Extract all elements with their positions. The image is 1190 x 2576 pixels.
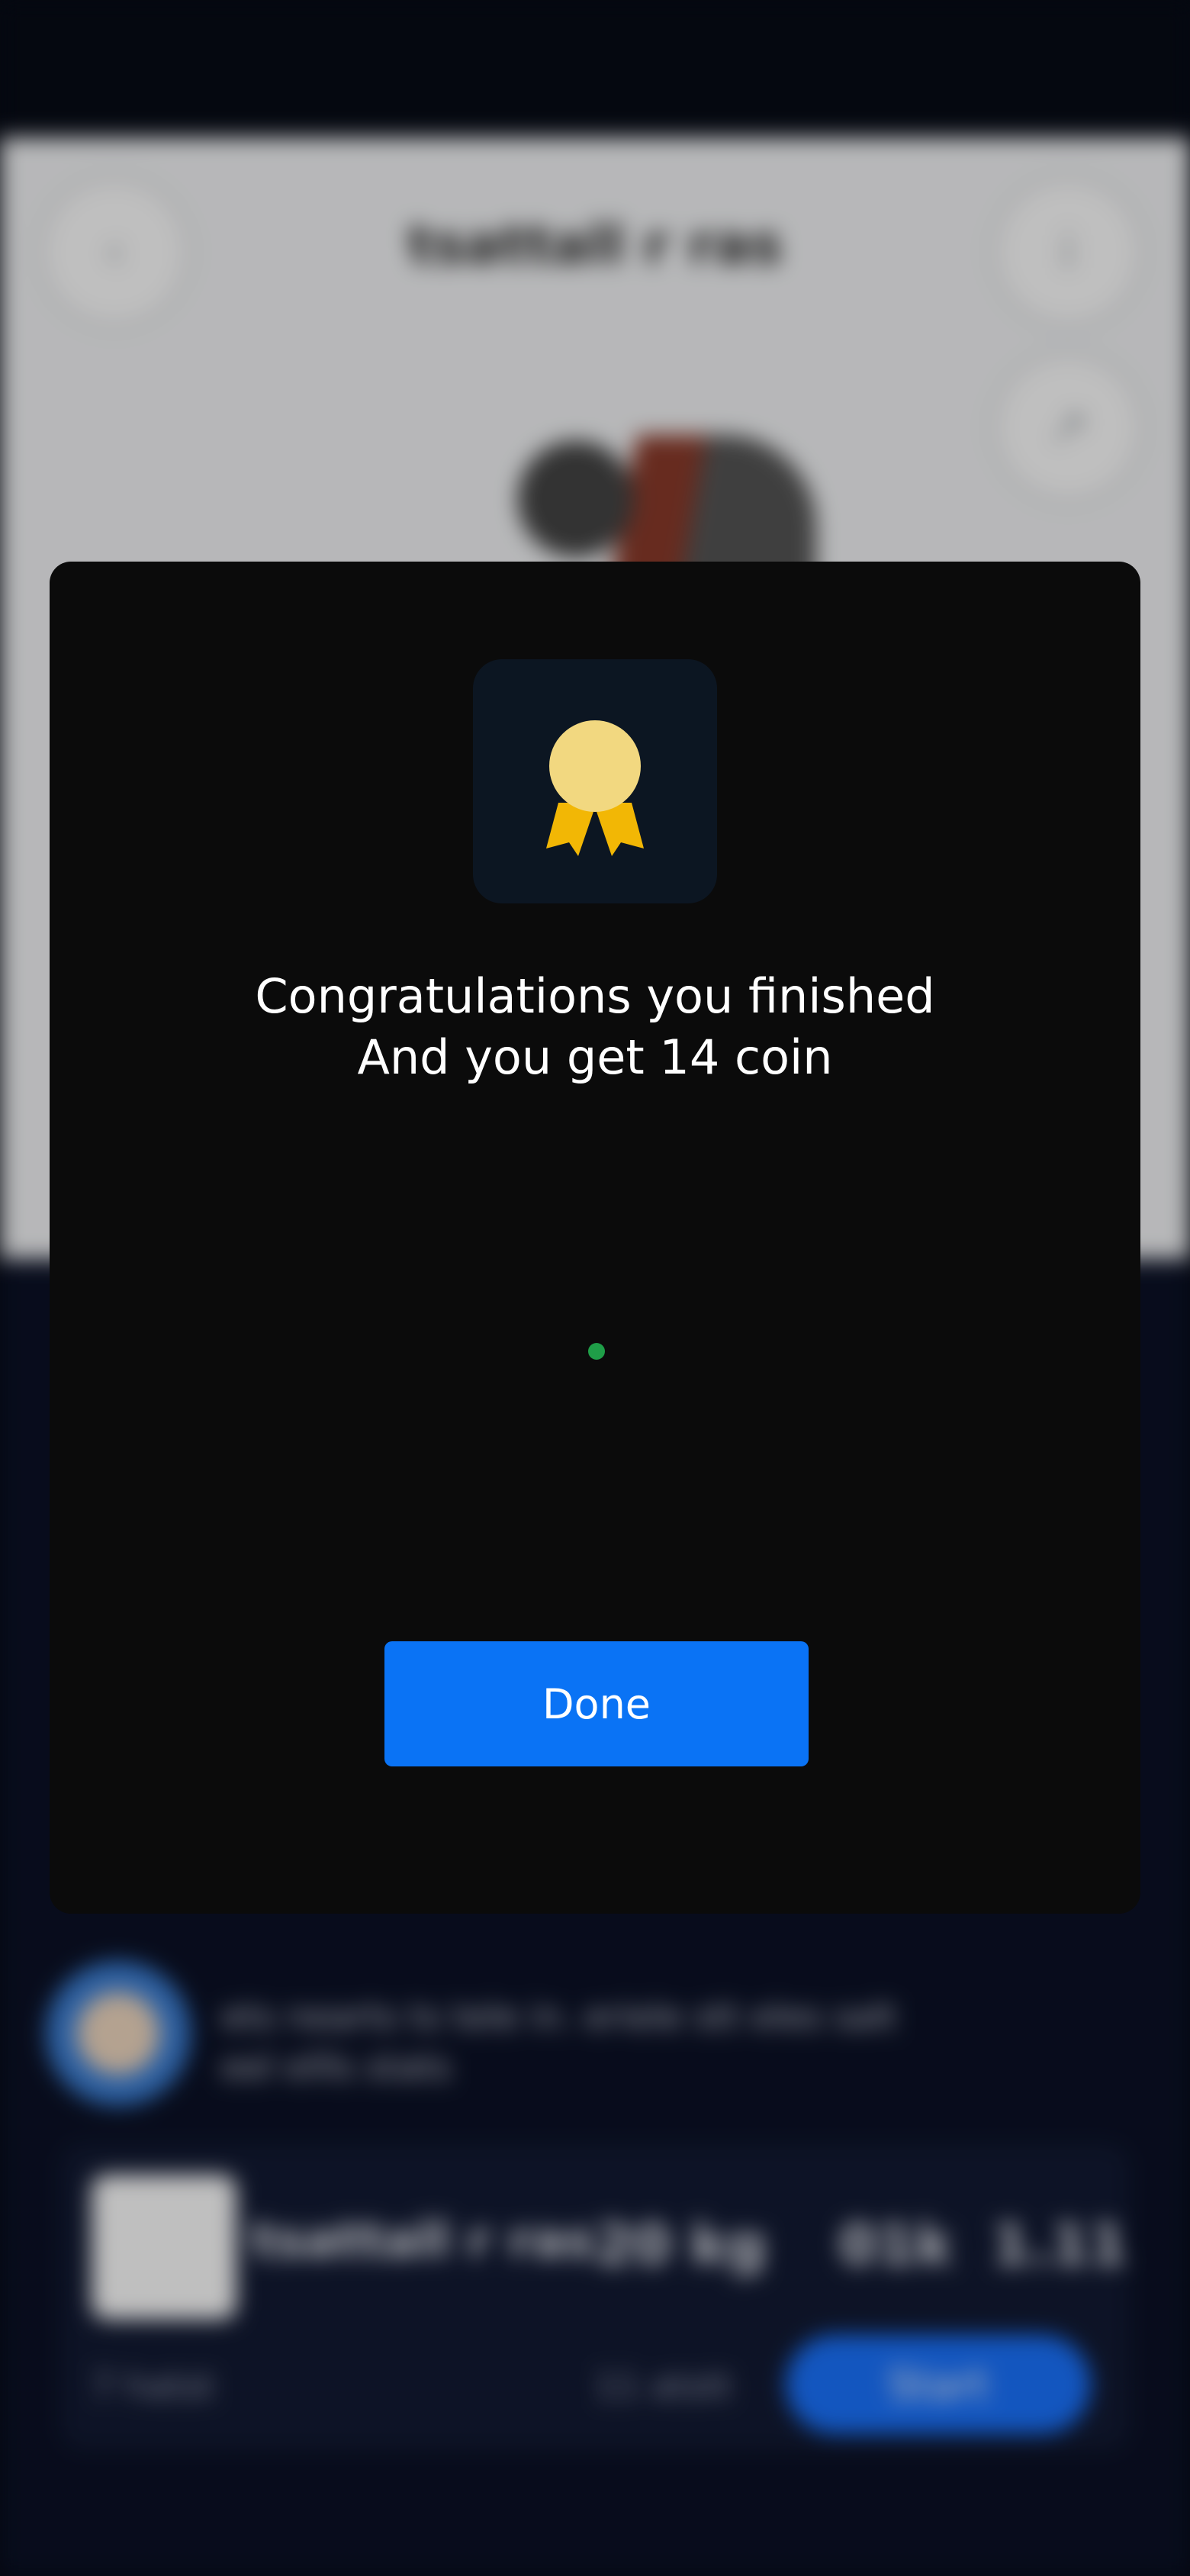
award-medal-icon	[546, 720, 644, 856]
message-line-1: Congratulations you finished	[255, 968, 935, 1024]
reward-dialog: Congratulations you finished And you get…	[50, 562, 1140, 1914]
done-button[interactable]: Done	[384, 1641, 809, 1766]
congratulations-message: Congratulations you finished And you get…	[50, 966, 1140, 1088]
award-badge	[473, 659, 717, 903]
loading-indicator	[588, 1343, 605, 1360]
message-line-2: And you get 14 coin	[357, 1029, 833, 1085]
